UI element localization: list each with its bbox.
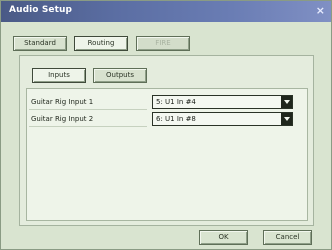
routing-panel: Inputs Outputs Guitar Rig Input 1 5: U1 … [19, 55, 314, 226]
routing-row: Guitar Rig Input 2 6: U1 In #8 [27, 111, 307, 127]
subtab-inputs[interactable]: Inputs [32, 68, 86, 83]
input-name: Guitar Rig Input 2 [29, 111, 147, 127]
input-name: Guitar Rig Input 1 [29, 94, 147, 110]
input-routing-select[interactable]: 6: U1 In #8 [152, 112, 293, 126]
tab-standard[interactable]: Standard [13, 36, 67, 51]
ok-button[interactable]: OK [199, 230, 248, 245]
cancel-button[interactable]: Cancel [263, 230, 312, 245]
tab-routing[interactable]: Routing [74, 36, 128, 51]
input-routing-select[interactable]: 5: U1 In #4 [152, 95, 293, 109]
audio-setup-window: Audio Setup × Standard Routing FIRE Inpu… [0, 0, 332, 250]
chevron-down-icon[interactable] [281, 113, 292, 125]
subtab-outputs[interactable]: Outputs [93, 68, 147, 83]
title-bar[interactable]: Audio Setup × [1, 1, 331, 22]
routing-row: Guitar Rig Input 1 5: U1 In #4 [27, 94, 307, 110]
chevron-down-icon[interactable] [281, 96, 292, 108]
selected-value: 5: U1 In #4 [156, 98, 196, 106]
selected-value: 6: U1 In #8 [156, 115, 196, 123]
window-title: Audio Setup [9, 5, 73, 15]
close-icon[interactable]: × [316, 4, 325, 17]
routing-grid: Guitar Rig Input 1 5: U1 In #4 Guitar Ri… [26, 88, 308, 221]
tab-fire[interactable]: FIRE [136, 36, 190, 51]
